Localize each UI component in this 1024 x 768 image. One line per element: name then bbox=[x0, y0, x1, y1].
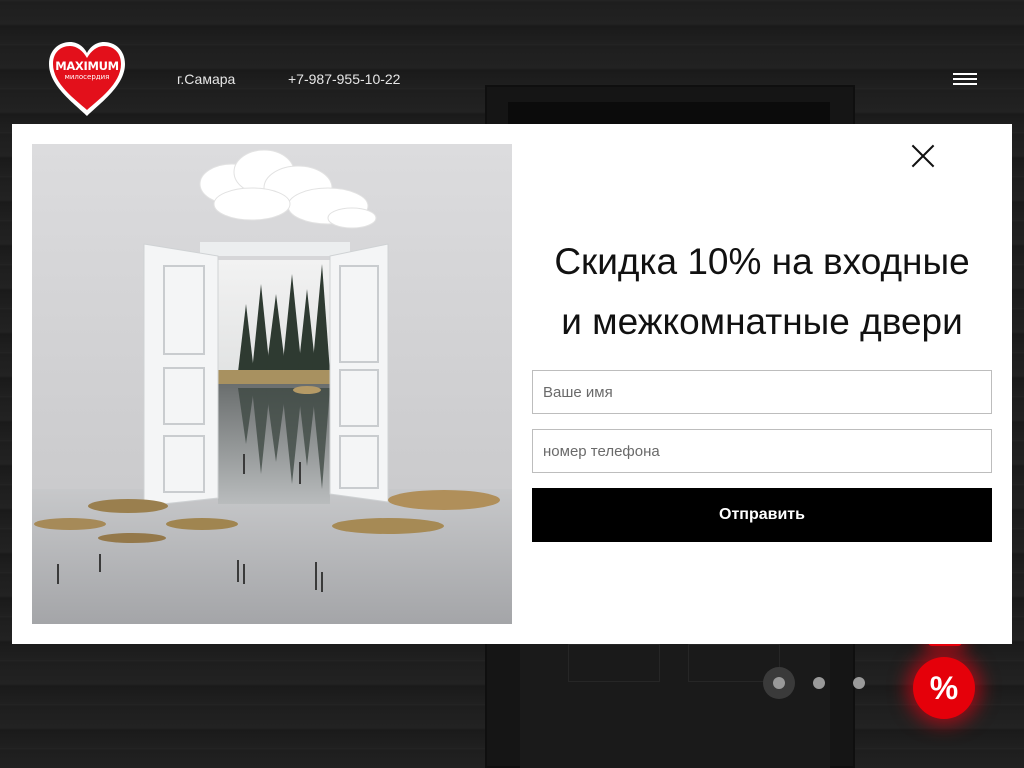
name-input[interactable] bbox=[532, 370, 992, 414]
modal-title-line-2: и межкомнатные двери bbox=[561, 301, 963, 342]
background-door-inset bbox=[568, 644, 660, 682]
logo[interactable]: MAXIMUM милосердия bbox=[47, 42, 127, 118]
hamburger-icon bbox=[953, 73, 977, 75]
site-header: MAXIMUM милосердия г.Самара +7-987-955-1… bbox=[0, 0, 1024, 120]
slider-dot-1[interactable] bbox=[763, 667, 795, 699]
modal-title-line-1: Скидка 10% на входные bbox=[554, 241, 970, 282]
background-door-panel bbox=[520, 644, 830, 768]
phone-input[interactable] bbox=[532, 429, 992, 473]
city-label[interactable]: г.Самара bbox=[177, 71, 235, 87]
discount-button[interactable]: % bbox=[913, 657, 975, 719]
logo-title: MAXIMUM bbox=[55, 59, 119, 73]
percent-icon: % bbox=[929, 670, 959, 706]
slider-dot-3[interactable] bbox=[853, 677, 865, 689]
slider-dot-2[interactable] bbox=[813, 677, 825, 689]
logo-subtitle: милосердия bbox=[64, 73, 110, 81]
phone-link[interactable]: +7-987-955-10-22 bbox=[288, 71, 400, 87]
submit-button[interactable]: Отправить bbox=[532, 488, 992, 542]
discount-modal: Скидка 10% на входные и межкомнатные две… bbox=[12, 124, 1012, 644]
hamburger-icon-line bbox=[953, 83, 977, 85]
modal-title: Скидка 10% на входные и межкомнатные две… bbox=[532, 232, 992, 352]
hamburger-menu-button[interactable] bbox=[951, 71, 979, 87]
close-icon[interactable] bbox=[910, 143, 936, 169]
slider-pagination bbox=[763, 667, 883, 699]
door-landscape-image bbox=[32, 144, 512, 624]
hamburger-icon-line bbox=[953, 78, 977, 80]
